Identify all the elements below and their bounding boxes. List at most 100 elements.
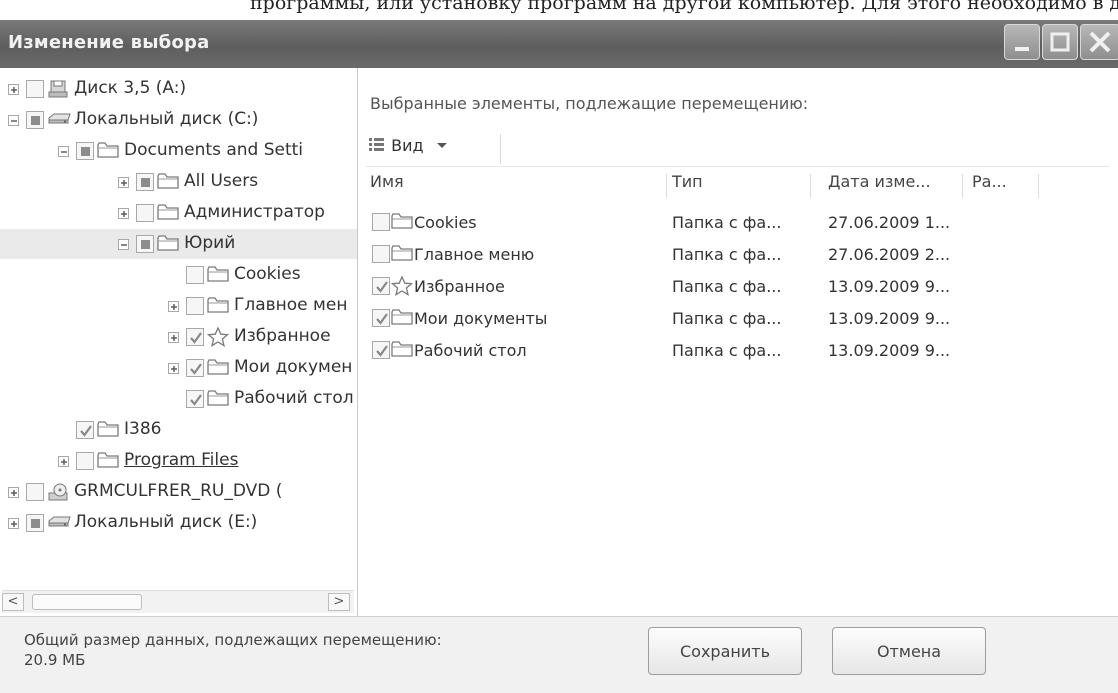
view-menu-button[interactable]: Вид <box>368 136 449 162</box>
footer-bar: Общий размер данных, подлежащих перемеще… <box>0 616 1118 693</box>
tree-item-checkbox[interactable] <box>26 483 44 501</box>
folder-icon <box>156 202 180 227</box>
scroll-left-button[interactable]: < <box>2 593 24 611</box>
change-selection-window: Изменение выбора Диск 3,5 (A:) Локальный … <box>0 20 1118 693</box>
expand-plus-icon[interactable] <box>58 456 69 467</box>
file-row[interactable]: Cookies Папка с фа... 27.06.2009 1... <box>366 208 1110 238</box>
folder-tree[interactable]: Диск 3,5 (A:) Локальный диск (C:) Document… <box>0 68 358 616</box>
tree-item-checkbox[interactable] <box>136 204 154 222</box>
scroll-right-button[interactable]: > <box>328 593 350 611</box>
file-row[interactable]: Рабочий стол Папка с фа... 13.09.2009 9... <box>366 336 1110 366</box>
expand-plus-icon[interactable] <box>118 208 129 219</box>
expand-plus-icon[interactable] <box>8 487 19 498</box>
column-separator[interactable] <box>1038 174 1039 198</box>
folder-icon <box>96 450 120 475</box>
collapse-minus-icon[interactable] <box>58 146 69 157</box>
expand-plus-icon[interactable] <box>168 363 179 374</box>
tree-item[interactable]: All Users <box>0 167 357 197</box>
file-row-checkbox[interactable] <box>372 309 390 327</box>
tree-item-checkbox[interactable] <box>186 359 204 377</box>
file-row[interactable]: Главное меню Папка с фа... 27.06.2009 2... <box>366 240 1110 270</box>
tree-item-label: Администратор <box>184 202 325 222</box>
file-type: Папка с фа... <box>672 309 782 328</box>
tree-item-label: Documents and Setti <box>124 140 304 160</box>
folder-icon <box>156 171 180 196</box>
file-row-checkbox[interactable] <box>372 245 390 263</box>
tree-item-checkbox[interactable] <box>186 266 204 284</box>
selected-items-pane: Выбранные элементы, подлежащие перемещен… <box>358 68 1118 616</box>
minimize-button[interactable] <box>1004 24 1040 60</box>
hard-drive-icon <box>46 109 72 134</box>
floppy-drive-icon <box>46 78 70 105</box>
column-header-date[interactable]: Дата изме... <box>826 172 966 202</box>
collapse-minus-icon[interactable] <box>8 115 19 126</box>
column-header-size[interactable]: Ра... <box>970 172 1040 202</box>
file-row[interactable]: Избранное Папка с фа... 13.09.2009 9... <box>366 272 1110 302</box>
file-row[interactable]: Мои документы Папка с фа... 13.09.2009 9..… <box>366 304 1110 334</box>
expand-plus-icon[interactable] <box>168 301 179 312</box>
tree-item-checkbox[interactable] <box>136 173 154 191</box>
list-toolbar: Вид <box>366 132 1110 167</box>
cancel-button[interactable]: Отмена <box>832 627 986 675</box>
tree-item[interactable]: Локальный диск (E:) <box>0 508 357 538</box>
tree-item[interactable]: Избранное <box>0 322 357 352</box>
tree-item[interactable]: Юрий <box>0 229 357 259</box>
file-date: 27.06.2009 1... <box>828 213 951 232</box>
dropdown-arrow-icon <box>436 143 447 148</box>
tree-item-checkbox[interactable] <box>26 111 44 129</box>
tree-item[interactable]: Администратор <box>0 198 357 228</box>
tree-item[interactable]: GRMCULFRER_RU_DVD ( <box>0 477 357 507</box>
file-date: 27.06.2009 2... <box>828 245 951 264</box>
tree-item-checkbox[interactable] <box>76 142 94 160</box>
tree-item[interactable]: Диск 3,5 (A:) <box>0 74 357 105</box>
tree-item[interactable]: Рабочий стол <box>0 384 357 414</box>
file-row-checkbox[interactable] <box>372 277 390 295</box>
file-row-checkbox[interactable] <box>372 341 390 359</box>
tree-item[interactable]: Мои докумен <box>0 353 357 383</box>
tree-horizontal-scrollbar[interactable]: < > <box>2 590 354 613</box>
scroll-thumb[interactable] <box>32 594 142 610</box>
column-separator[interactable] <box>962 174 963 198</box>
expand-plus-icon[interactable] <box>118 177 129 188</box>
file-name: Главное меню <box>414 245 535 264</box>
file-row-checkbox[interactable] <box>372 213 390 231</box>
column-header-name[interactable]: Имя <box>368 172 668 202</box>
save-button[interactable]: Сохранить <box>648 627 802 675</box>
view-label: Вид <box>391 136 424 155</box>
tree-item-checkbox[interactable] <box>186 390 204 408</box>
folder-icon <box>96 419 120 444</box>
file-date: 13.09.2009 9... <box>828 309 951 328</box>
maximize-icon <box>1050 32 1070 52</box>
folder-icon <box>206 388 230 413</box>
tree-item-checkbox[interactable] <box>26 514 44 532</box>
folder-icon <box>96 140 120 165</box>
close-button[interactable] <box>1080 24 1118 60</box>
file-date: 13.09.2009 9... <box>828 341 951 360</box>
file-name: Рабочий стол <box>414 341 527 360</box>
tree-item-checkbox[interactable] <box>76 452 94 470</box>
tree-item-checkbox[interactable] <box>136 235 154 253</box>
tree-item-checkbox[interactable] <box>76 421 94 439</box>
expand-plus-icon[interactable] <box>168 332 179 343</box>
tree-item-checkbox[interactable] <box>186 297 204 315</box>
total-size-label: Общий размер данных, подлежащих перемеще… <box>24 631 442 649</box>
folder-icon <box>390 307 414 331</box>
tree-item[interactable]: Главное мен <box>0 291 357 321</box>
tree-item[interactable]: Documents and Setti <box>0 136 357 166</box>
expand-plus-icon[interactable] <box>8 84 19 95</box>
tree-item-label: I386 <box>124 419 162 439</box>
expand-plus-icon[interactable] <box>8 518 19 529</box>
file-name: Cookies <box>414 213 477 232</box>
column-separator[interactable] <box>666 174 667 198</box>
tree-item[interactable]: Локальный диск (C:) <box>0 105 357 135</box>
tree-item[interactable]: Program Files <box>0 446 357 476</box>
tree-item[interactable]: Cookies <box>0 260 357 290</box>
tree-item[interactable]: I386 <box>0 415 357 445</box>
tree-item-label: Рабочий стол <box>234 388 354 408</box>
collapse-minus-icon[interactable] <box>118 239 129 250</box>
tree-item-checkbox[interactable] <box>26 80 44 98</box>
column-separator[interactable] <box>810 174 811 198</box>
tree-item-checkbox[interactable] <box>186 328 204 346</box>
column-header-type[interactable]: Тип <box>670 172 810 202</box>
maximize-button[interactable] <box>1042 24 1078 60</box>
